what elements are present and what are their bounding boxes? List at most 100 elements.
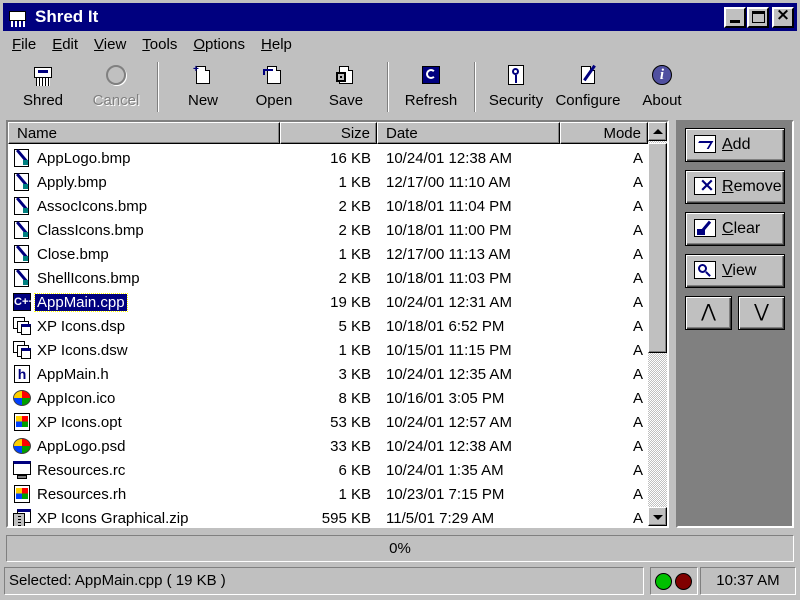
file-size: 19 KB <box>330 293 371 311</box>
new-button[interactable]: + New <box>176 60 230 116</box>
shredder-icon <box>31 64 55 88</box>
minimize-button[interactable] <box>724 6 746 28</box>
clear-button[interactable]: Clear <box>685 212 785 246</box>
shredder-app-icon[interactable] <box>7 7 29 27</box>
file-name-cell: AssocIcons.bmp <box>8 196 280 216</box>
table-row[interactable]: AppIcon.ico 8 KB 10/16/01 3:05 PM A <box>8 386 648 410</box>
scroll-up-button[interactable] <box>648 122 667 141</box>
file-mode: A <box>632 341 643 359</box>
file-name: AppMain.h <box>37 365 109 383</box>
file-name-cell: XP Icons.opt <box>8 412 280 432</box>
open-button[interactable]: Open <box>246 60 302 116</box>
file-date: 10/15/01 11:15 PM <box>386 341 512 359</box>
file-size: 5 KB <box>338 317 371 335</box>
green-light-icon <box>655 573 672 590</box>
table-row[interactable]: ShellIcons.bmp 2 KB 10/18/01 11:03 PM A <box>8 266 648 290</box>
list-header: Name Size Date Mode <box>8 122 648 144</box>
clear-label: Clear <box>722 220 761 237</box>
file-name-cell: C++ AppMain.cpp <box>8 292 280 312</box>
table-row[interactable]: ClassIcons.bmp 2 KB 10/18/01 11:00 PM A <box>8 218 648 242</box>
file-mode: A <box>632 245 643 263</box>
file-name: XP Icons.dsw <box>37 341 128 359</box>
configure-button[interactable]: Configure <box>552 60 624 116</box>
table-row[interactable]: AppLogo.psd 33 KB 10/24/01 12:38 AM A <box>8 434 648 458</box>
close-button[interactable]: × <box>772 4 794 28</box>
table-row[interactable]: XP Icons.dsw 1 KB 10/15/01 11:15 PM A <box>8 338 648 362</box>
menu-tools[interactable]: Tools <box>134 34 185 58</box>
project-file-icon <box>12 316 32 336</box>
security-button[interactable]: Security <box>486 60 546 116</box>
table-row[interactable]: XP Icons.dsp 5 KB 10/18/01 6:52 PM A <box>8 314 648 338</box>
file-name-cell: ShellIcons.bmp <box>8 268 280 288</box>
menu-file[interactable]: File <box>6 34 44 58</box>
column-header-date[interactable]: Date <box>377 122 560 144</box>
cancel-label: Cancel <box>92 92 140 109</box>
cpp-file-icon: C++ <box>12 292 35 312</box>
shred-button[interactable]: Shred <box>14 60 72 116</box>
file-mode: A <box>632 365 643 383</box>
file-name-cell: Apply.bmp <box>8 172 280 192</box>
table-row[interactable]: h AppMain.h 3 KB 10/24/01 12:35 AM A <box>8 362 648 386</box>
maximize-button[interactable] <box>747 6 769 28</box>
file-name: AppLogo.bmp <box>37 149 131 167</box>
file-name-cell: Resources.rh <box>8 484 280 504</box>
move-up-button[interactable]: ⋀ <box>685 296 732 330</box>
vertical-scrollbar[interactable] <box>648 122 667 526</box>
file-mode: A <box>632 509 643 527</box>
security-label: Security <box>488 92 544 109</box>
refresh-button[interactable]: Refresh <box>400 60 462 116</box>
about-button[interactable]: i About <box>636 60 688 116</box>
clock: 10:37 AM <box>700 567 796 595</box>
bitmap-file-icon <box>12 220 32 240</box>
view-magnifier-icon <box>694 261 718 281</box>
menu-edit[interactable]: Edit <box>44 34 86 58</box>
table-row[interactable]: Resources.rh 1 KB 10/23/01 7:15 PM A <box>8 482 648 506</box>
table-row[interactable]: C++ AppMain.cpp 19 KB 10/24/01 12:31 AM A <box>8 290 648 314</box>
window-title: Shred It <box>35 7 99 26</box>
column-header-size[interactable]: Size <box>280 122 377 144</box>
cancel-button[interactable]: Cancel <box>86 60 146 116</box>
file-size: 1 KB <box>338 485 371 503</box>
remove-button[interactable]: × Remove <box>685 170 785 204</box>
title-bar[interactable]: Shred It × <box>3 3 797 31</box>
add-button[interactable]: Add <box>685 128 785 162</box>
scroll-down-button[interactable] <box>648 507 667 526</box>
table-row[interactable]: XP Icons.opt 53 KB 10/24/01 12:57 AM A <box>8 410 648 434</box>
file-list[interactable]: Name Size Date Mode AppLogo.bmp 16 KB 10/2… <box>6 120 669 528</box>
resource-file-icon <box>12 460 32 480</box>
table-row[interactable]: Apply.bmp 1 KB 12/17/00 11:10 AM A <box>8 170 648 194</box>
column-header-name[interactable]: Name <box>8 122 280 144</box>
arrow-down-icon <box>653 515 663 520</box>
move-down-button[interactable]: ⋁ <box>738 296 785 330</box>
status-text: Selected: AppMain.cpp ( 19 KB ) <box>4 567 644 595</box>
bitmap-file-icon <box>12 196 32 216</box>
file-mode: A <box>632 389 643 407</box>
file-name: AppIcon.ico <box>37 389 116 407</box>
close-icon: × <box>775 4 791 25</box>
view-label: View <box>722 262 757 279</box>
file-date: 10/24/01 12:38 AM <box>386 437 512 455</box>
table-row[interactable]: AppLogo.bmp 16 KB 10/24/01 12:38 AM A <box>8 146 648 170</box>
save-button[interactable]: Save <box>318 60 374 116</box>
table-row[interactable]: Resources.rc 6 KB 10/24/01 1:35 AM A <box>8 458 648 482</box>
maximize-icon <box>752 10 765 23</box>
file-date: 12/17/00 11:10 AM <box>386 173 511 191</box>
column-header-mode[interactable]: Mode <box>560 122 648 144</box>
menu-options[interactable]: Options <box>185 34 253 58</box>
file-size: 1 KB <box>338 245 371 263</box>
file-size: 3 KB <box>338 365 371 383</box>
view-button[interactable]: View <box>685 254 785 288</box>
status-lights <box>650 567 698 595</box>
file-name-cell: Resources.rc <box>8 460 280 480</box>
table-row[interactable]: AssocIcons.bmp 2 KB 10/18/01 11:04 PM A <box>8 194 648 218</box>
toolbar: Shred Cancel + New Open Save Refresh Sec… <box>4 60 796 116</box>
refresh-icon <box>419 64 443 88</box>
file-name: AssocIcons.bmp <box>37 197 148 215</box>
table-row[interactable]: Close.bmp 1 KB 12/17/00 11:13 AM A <box>8 242 648 266</box>
menu-view[interactable]: View <box>86 34 134 58</box>
table-row[interactable]: XP Icons Graphical.zip 595 KB 11/5/01 7:29… <box>8 506 648 527</box>
menu-help[interactable]: Help <box>253 34 300 58</box>
shred-label: Shred <box>22 92 64 109</box>
clear-broom-icon <box>694 219 718 239</box>
scroll-thumb[interactable] <box>648 143 667 353</box>
